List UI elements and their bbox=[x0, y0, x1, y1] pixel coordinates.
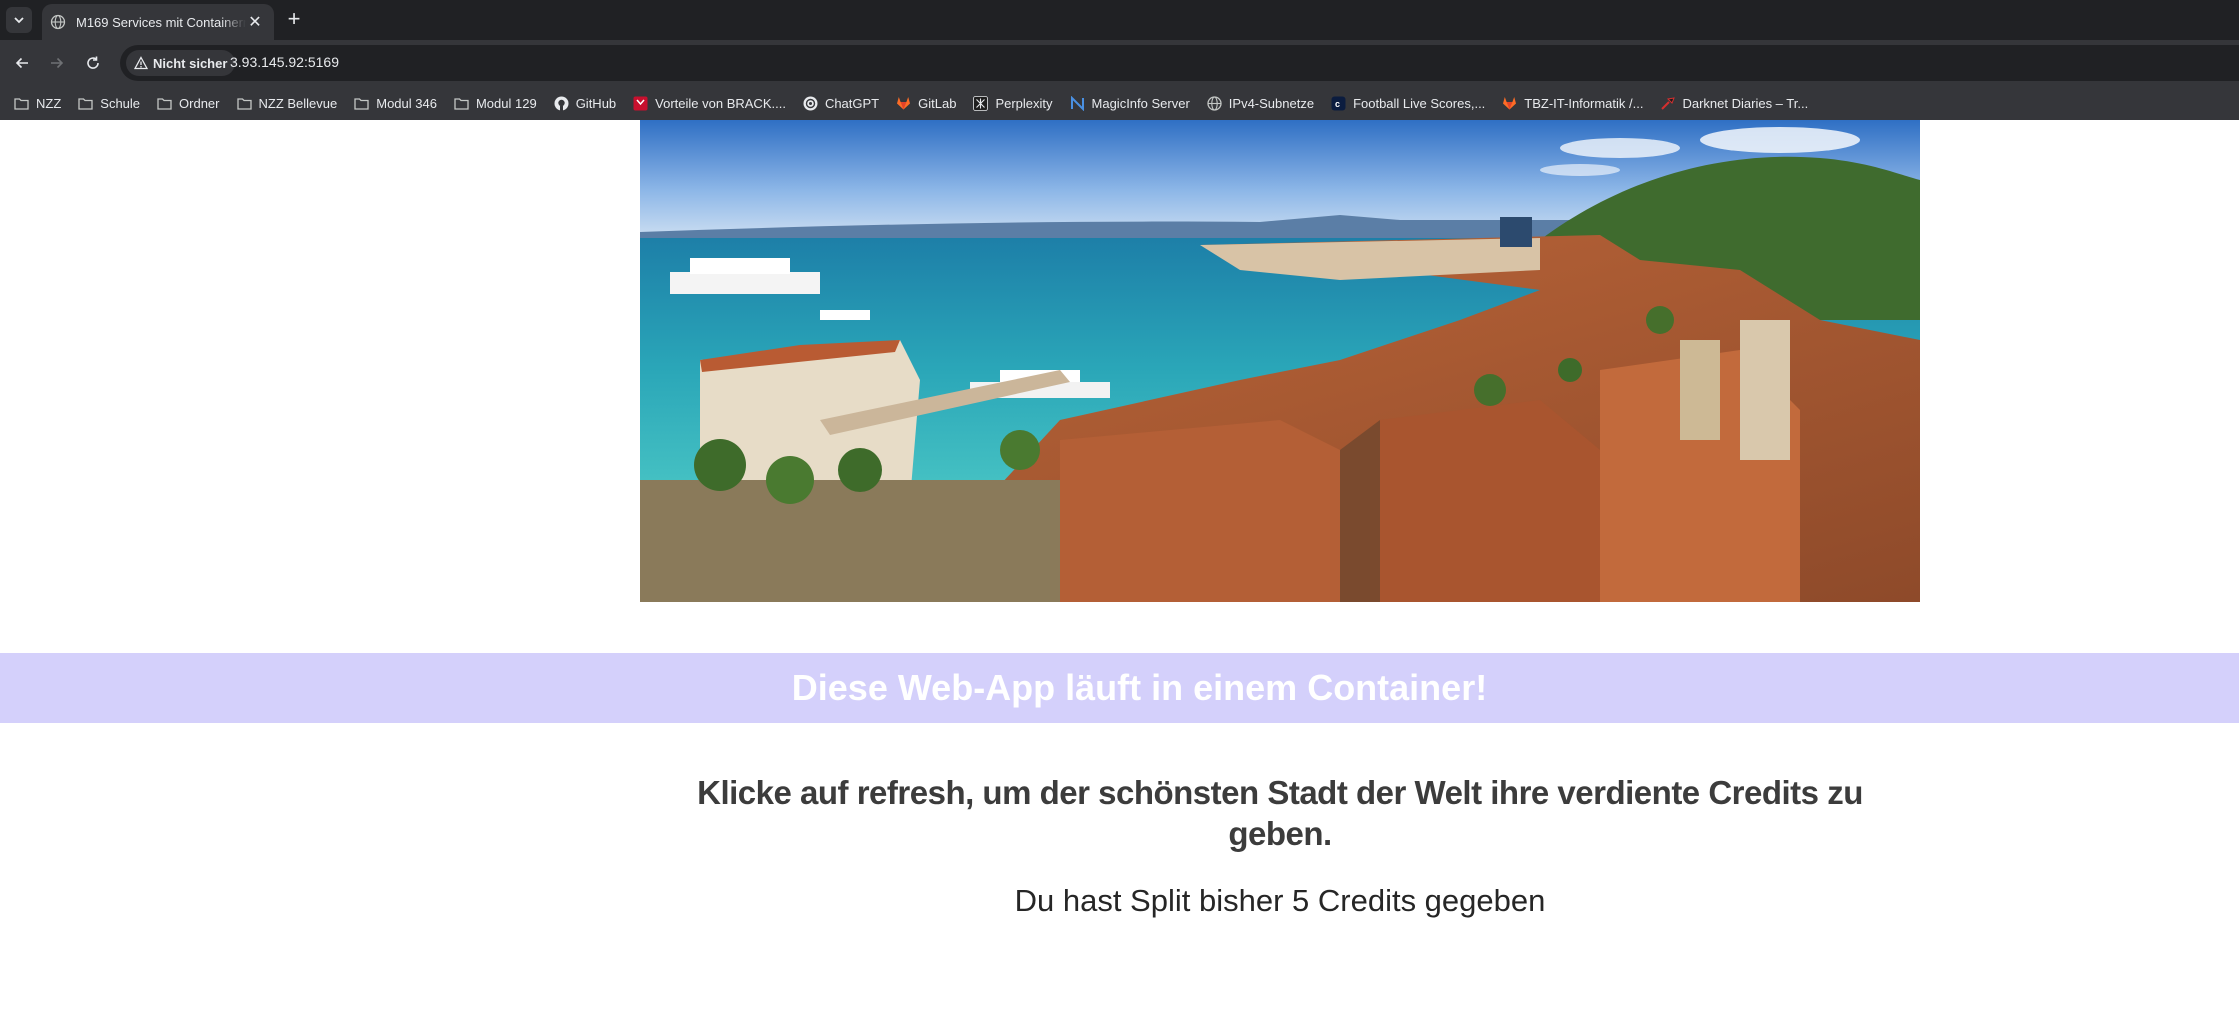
bookmark-gitlab[interactable]: GitLab bbox=[896, 96, 956, 111]
folder-icon bbox=[354, 96, 369, 111]
bookmark-github[interactable]: GitHub bbox=[554, 96, 616, 111]
bookmark-modul-129[interactable]: Modul 129 bbox=[454, 96, 537, 111]
bookmark-label: TBZ-IT-Informatik /... bbox=[1524, 95, 1644, 111]
bookmark-label: IPv4-Subnetze bbox=[1228, 95, 1315, 111]
bookmark-label: Football Live Scores,... bbox=[1353, 95, 1486, 111]
web-page: Diese Web-App läuft in einem Container! … bbox=[0, 120, 2239, 1035]
bookmark-chatgpt[interactable]: ChatGPT bbox=[803, 96, 879, 111]
perplexity-icon bbox=[973, 95, 989, 111]
bookmark-tbz-it-informatik[interactable]: TBZ-IT-Informatik /... bbox=[1502, 96, 1643, 111]
chatgpt-icon bbox=[803, 96, 818, 111]
banner-text: Diese Web-App läuft in einem Container! bbox=[791, 667, 1488, 708]
bookmarks-bar: NZZ Schule Ordner NZZ Bellevue Modul 346… bbox=[0, 86, 2239, 120]
bookmark-nzz[interactable]: NZZ bbox=[14, 96, 61, 111]
bookmark-label: GitLab bbox=[918, 95, 957, 111]
bookmark-label: Ordner bbox=[179, 95, 220, 111]
bookmark-ordner[interactable]: Ordner bbox=[157, 95, 220, 111]
browser-toolbar: Nicht sicher 3.93.145.92:5169 bbox=[0, 40, 2239, 86]
forward-arrow-icon bbox=[51, 57, 64, 69]
bookmark-brack[interactable]: Vorteile von BRACK.... bbox=[633, 96, 786, 111]
back-button[interactable] bbox=[10, 51, 34, 75]
brack-icon bbox=[633, 96, 648, 111]
credits-text: Du hast Split bisher 5 Credits gegeben bbox=[1014, 883, 1546, 918]
gitlab-icon bbox=[1502, 96, 1517, 111]
football-icon: c bbox=[1331, 96, 1346, 111]
address-bar[interactable]: Nicht sicher 3.93.145.92:5169 bbox=[120, 45, 2239, 81]
globe-icon bbox=[50, 14, 66, 30]
bookmark-football-live-scores[interactable]: c Football Live Scores,... bbox=[1331, 96, 1485, 111]
folder-icon bbox=[454, 96, 469, 111]
reload-icon bbox=[87, 56, 99, 69]
bookmark-nzz-bellevue[interactable]: NZZ Bellevue bbox=[236, 95, 338, 111]
security-indicator[interactable]: Nicht sicher bbox=[126, 50, 236, 76]
warning-icon bbox=[134, 56, 148, 70]
active-tab[interactable]: M169 Services mit Containern betreiben ✕ bbox=[42, 4, 274, 40]
url-text[interactable]: 3.93.145.92:5169 bbox=[230, 54, 339, 70]
svg-text:c: c bbox=[1335, 99, 1340, 109]
tab-title: M169 Services mit Containern betreiben bbox=[76, 14, 246, 30]
bookmark-label: Modul 129 bbox=[475, 95, 537, 111]
reload-button[interactable] bbox=[81, 51, 105, 75]
close-tab-icon[interactable]: ✕ bbox=[246, 13, 264, 31]
bookmark-label: Modul 346 bbox=[376, 95, 437, 111]
folder-icon bbox=[157, 96, 172, 111]
bookmark-schule[interactable]: Schule bbox=[78, 96, 140, 111]
folder-icon bbox=[236, 96, 252, 111]
globe-icon bbox=[1207, 95, 1222, 111]
bookmark-label: GitHub bbox=[575, 95, 617, 111]
hero-image bbox=[640, 120, 1920, 602]
bookmark-label: MagicInfo Server bbox=[1091, 95, 1190, 111]
magicinfo-icon bbox=[1070, 95, 1085, 111]
bookmark-label: NZZ Bellevue bbox=[258, 95, 338, 111]
darknet-icon bbox=[1660, 96, 1676, 111]
page-headline: Klicke auf refresh, um der schönsten Sta… bbox=[697, 774, 1863, 852]
bookmark-modul-346[interactable]: Modul 346 bbox=[354, 96, 437, 111]
new-tab-button[interactable]: + bbox=[282, 8, 306, 32]
bookmark-label: Vorteile von BRACK.... bbox=[655, 95, 786, 111]
gitlab-icon bbox=[896, 96, 911, 111]
chevron-down-icon bbox=[14, 17, 24, 24]
back-arrow-icon bbox=[15, 57, 28, 69]
bookmark-label: ChatGPT bbox=[824, 95, 880, 111]
container-banner: Diese Web-App läuft in einem Container! bbox=[0, 653, 2239, 723]
github-icon bbox=[554, 96, 569, 111]
security-label: Nicht sicher bbox=[153, 55, 228, 71]
tab-strip: M169 Services mit Containern betreiben ✕… bbox=[0, 0, 2239, 40]
bookmark-label: Perplexity bbox=[995, 95, 1053, 111]
bookmark-label: Schule bbox=[100, 95, 141, 111]
bookmark-perplexity[interactable]: Perplexity bbox=[973, 95, 1053, 111]
folder-icon bbox=[78, 96, 93, 111]
tab-search-button[interactable] bbox=[6, 7, 32, 33]
folder-icon bbox=[14, 96, 29, 111]
bookmark-label: Darknet Diaries – Tr... bbox=[1682, 95, 1809, 111]
forward-button[interactable] bbox=[45, 51, 69, 75]
bookmark-ipv4-subnetze[interactable]: IPv4-Subnetze bbox=[1207, 96, 1314, 111]
bookmark-magicinfo[interactable]: MagicInfo Server bbox=[1070, 95, 1190, 111]
bookmark-label: NZZ bbox=[36, 95, 62, 111]
bookmark-darknet-diaries[interactable]: Darknet Diaries – Tr... bbox=[1660, 96, 1808, 111]
